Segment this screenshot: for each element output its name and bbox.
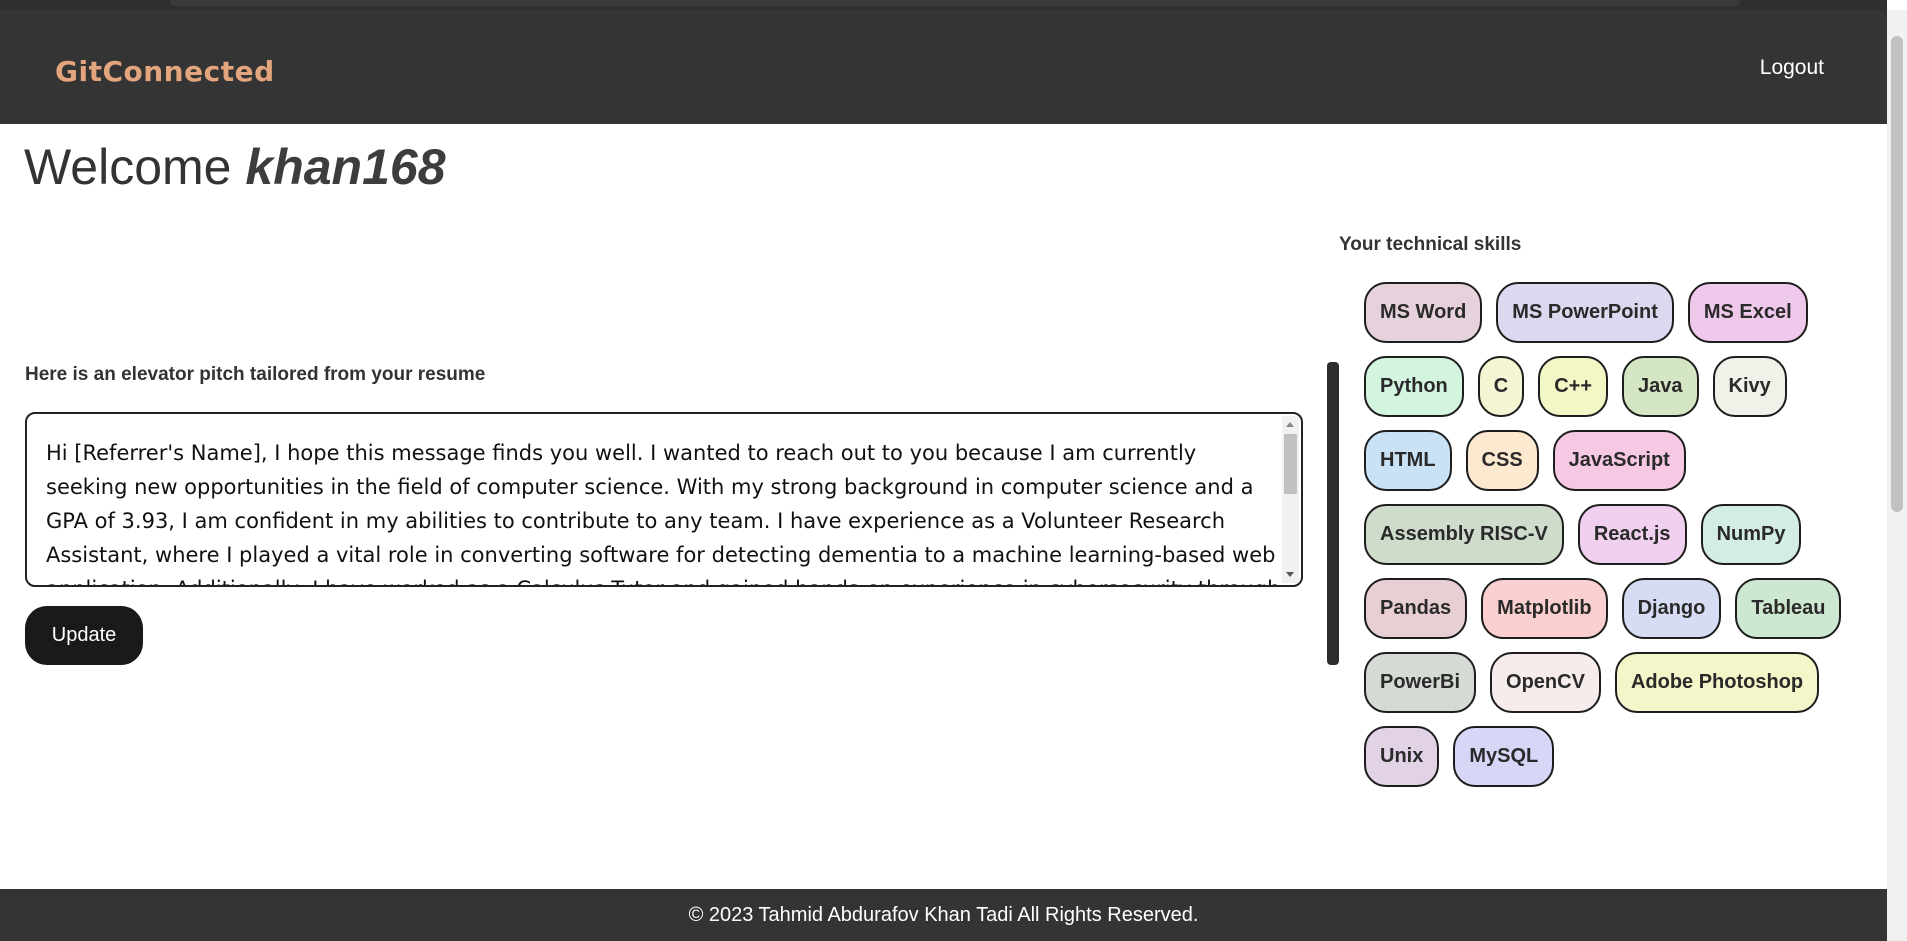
skill-badge: CSS bbox=[1465, 430, 1539, 491]
page-scrollbar[interactable] bbox=[1887, 10, 1907, 941]
skill-badge: JavaScript bbox=[1552, 430, 1686, 491]
skill-badge: HTML bbox=[1364, 430, 1452, 491]
skill-badge: Matplotlib bbox=[1481, 578, 1608, 639]
section-divider bbox=[1327, 362, 1339, 665]
skill-badge: Django bbox=[1621, 578, 1722, 639]
welcome-username: khan168 bbox=[245, 139, 446, 195]
skill-row: HTML CSS JavaScript bbox=[1364, 430, 1844, 491]
skill-row: Unix MySQL bbox=[1364, 726, 1844, 787]
pitch-scrollbar[interactable] bbox=[1282, 416, 1299, 583]
skill-badge: MS PowerPoint bbox=[1496, 282, 1674, 343]
skill-badge: Java bbox=[1622, 356, 1699, 417]
skill-row: Python C C++ Java Kivy bbox=[1364, 356, 1844, 417]
skill-badge: C++ bbox=[1538, 356, 1609, 417]
scroll-up-arrow-icon[interactable] bbox=[1286, 422, 1294, 427]
skill-badge: Python bbox=[1364, 356, 1464, 417]
skill-badge: Kivy bbox=[1712, 356, 1787, 417]
welcome-prefix: Welcome bbox=[24, 139, 232, 195]
browser-address-strip bbox=[170, 0, 1740, 6]
logout-link[interactable]: Logout bbox=[1760, 56, 1824, 80]
skill-badge: Unix bbox=[1364, 726, 1440, 787]
footer: © 2023 Tahmid Abdurafov Khan Tadi All Ri… bbox=[0, 889, 1887, 941]
skill-row: PowerBi OpenCV Adobe Photoshop bbox=[1364, 652, 1844, 713]
update-button[interactable]: Update bbox=[25, 606, 143, 665]
skill-badge: NumPy bbox=[1700, 504, 1802, 565]
skill-badge: Adobe Photoshop bbox=[1614, 652, 1820, 713]
skills-list: MS Word MS PowerPoint MS Excel Python C C++ Ja… bbox=[1364, 282, 1844, 800]
skill-row: Assembly RISC-V React.js NumPy bbox=[1364, 504, 1844, 565]
scroll-down-arrow-icon[interactable] bbox=[1286, 572, 1294, 577]
skill-badge: Pandas bbox=[1364, 578, 1468, 639]
browser-top-strip bbox=[0, 0, 1887, 10]
page-title: Welcome khan168 bbox=[24, 138, 446, 196]
skill-row: MS Word MS PowerPoint MS Excel bbox=[1364, 282, 1844, 343]
skill-badge: MS Excel bbox=[1687, 282, 1808, 343]
skill-badge: Tableau bbox=[1735, 578, 1842, 639]
app-logo[interactable]: GitConnected bbox=[55, 55, 275, 88]
skill-badge: Assembly RISC-V bbox=[1364, 504, 1564, 565]
page-scroll-thumb[interactable] bbox=[1891, 36, 1903, 512]
skills-heading: Your technical skills bbox=[1339, 234, 1522, 255]
skill-badge: MySQL bbox=[1453, 726, 1555, 787]
skill-badge: OpenCV bbox=[1490, 652, 1601, 713]
copyright-text: © 2023 Tahmid Abdurafov Khan Tadi All Ri… bbox=[688, 903, 1199, 926]
elevator-pitch-text[interactable]: Hi [Referrer's Name], I hope this messag… bbox=[46, 436, 1281, 585]
skill-badge: React.js bbox=[1577, 504, 1687, 565]
skill-badge: PowerBi bbox=[1364, 652, 1477, 713]
skill-badge: C bbox=[1477, 356, 1525, 417]
skill-row: Pandas Matplotlib Django Tableau bbox=[1364, 578, 1844, 639]
elevator-pitch-textarea[interactable]: Hi [Referrer's Name], I hope this messag… bbox=[25, 412, 1303, 587]
navbar: GitConnected Logout bbox=[0, 10, 1887, 124]
pitch-heading: Here is an elevator pitch tailored from … bbox=[25, 364, 486, 385]
skill-badge: MS Word bbox=[1364, 282, 1483, 343]
pitch-scroll-thumb[interactable] bbox=[1284, 434, 1297, 494]
